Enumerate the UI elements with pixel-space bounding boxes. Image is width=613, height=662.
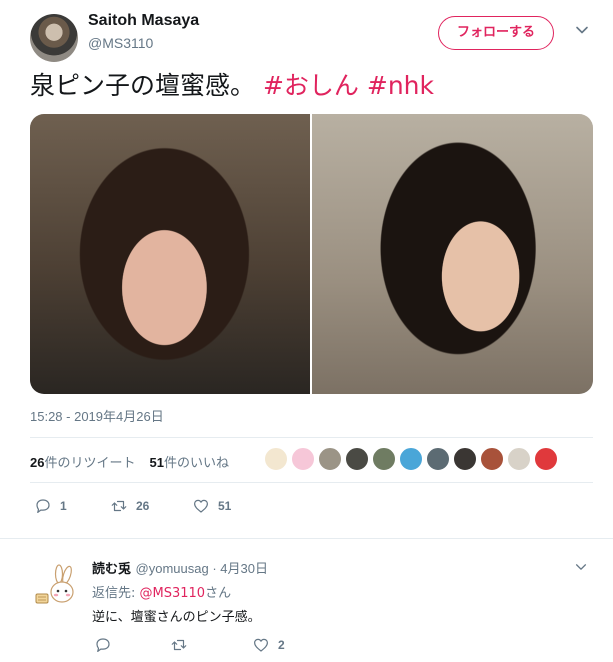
replying-to: 返信先: @MS3110さん xyxy=(92,582,231,601)
tweet-body: 泉ピン子の壇蜜感。 xyxy=(30,71,256,100)
chevron-down-icon[interactable] xyxy=(574,22,590,38)
like-stat-label: 件のいいね xyxy=(163,455,229,470)
retweet-stat-count: 26 xyxy=(30,455,45,470)
avatar[interactable] xyxy=(372,447,396,471)
tweet-timestamp[interactable]: 15:28 - 2019年4月26日 xyxy=(30,406,164,425)
hashtag-oshin[interactable]: #おしん xyxy=(263,71,359,100)
retweet-icon xyxy=(111,500,127,512)
user-handle[interactable]: @MS3110 xyxy=(88,35,153,51)
like-count: 51 xyxy=(218,499,232,513)
like-button[interactable]: 51 xyxy=(192,497,231,515)
retweet-stat[interactable]: 26件のリツイート xyxy=(30,455,135,470)
retweet-icon xyxy=(171,639,187,651)
heart-icon xyxy=(254,638,268,652)
reply-button[interactable]: 1 xyxy=(34,497,67,515)
avatar[interactable] xyxy=(507,447,531,471)
tweet-text: 泉ピン子の壇蜜感。 #おしん #nhk xyxy=(30,69,434,103)
chevron-down-icon[interactable] xyxy=(574,560,588,574)
reply-icon xyxy=(36,499,50,513)
reply-to-prefix: 返信先: xyxy=(92,586,140,601)
display-name[interactable]: Saitoh Masaya xyxy=(88,12,199,30)
reply-button[interactable] xyxy=(94,636,112,654)
like-stat[interactable]: 51件のいいね xyxy=(149,455,228,470)
reply-like-count: 2 xyxy=(278,638,285,652)
hashtag-nhk[interactable]: #nhk xyxy=(367,71,434,100)
divider xyxy=(30,437,593,438)
photo-left[interactable] xyxy=(30,114,310,394)
retweet-button[interactable] xyxy=(170,636,188,654)
like-stat-count: 51 xyxy=(149,455,164,470)
reply-display-name[interactable]: 読む兎 xyxy=(92,562,131,577)
avatar[interactable] xyxy=(291,447,315,471)
rabbit-avatar-icon[interactable] xyxy=(32,562,80,610)
retweet-button[interactable]: 26 xyxy=(110,497,149,515)
reply-to-mention[interactable]: @MS3110 xyxy=(140,586,206,601)
reply-to-suffix: さん xyxy=(205,586,232,601)
reply-text: 逆に、壇蜜さんのピン子感。 xyxy=(92,610,261,625)
reply-icon xyxy=(96,638,110,652)
like-button[interactable]: 2 xyxy=(252,636,285,654)
avatar[interactable] xyxy=(318,447,342,471)
retweet-count: 26 xyxy=(136,499,150,513)
avatar[interactable] xyxy=(480,447,504,471)
follow-button[interactable]: フォローする xyxy=(438,16,554,50)
divider xyxy=(30,482,593,483)
avatar[interactable] xyxy=(399,447,423,471)
reply-count: 1 xyxy=(60,499,67,513)
tweet-media[interactable] xyxy=(30,114,593,394)
heart-icon xyxy=(194,499,208,513)
avatar[interactable] xyxy=(426,447,450,471)
avatar[interactable] xyxy=(453,447,477,471)
tweet-card: Saitoh Masaya @MS3110 フォローする 泉ピン子の壇蜜感。 #… xyxy=(0,0,613,662)
avatar[interactable] xyxy=(534,447,558,471)
photo-right[interactable] xyxy=(312,114,593,394)
reply-handle-date[interactable]: @yomuusag · 4月30日 xyxy=(136,561,268,576)
engagement-stats: 26件のリツイート 51件のいいね xyxy=(30,452,229,471)
avatar[interactable] xyxy=(264,447,288,471)
divider xyxy=(0,538,613,539)
avatar[interactable] xyxy=(345,447,369,471)
retweet-stat-label: 件のリツイート xyxy=(44,455,136,470)
avatar[interactable] xyxy=(30,14,78,62)
reply-author[interactable]: 読む兎 @yomuusag · 4月30日 xyxy=(92,558,268,577)
